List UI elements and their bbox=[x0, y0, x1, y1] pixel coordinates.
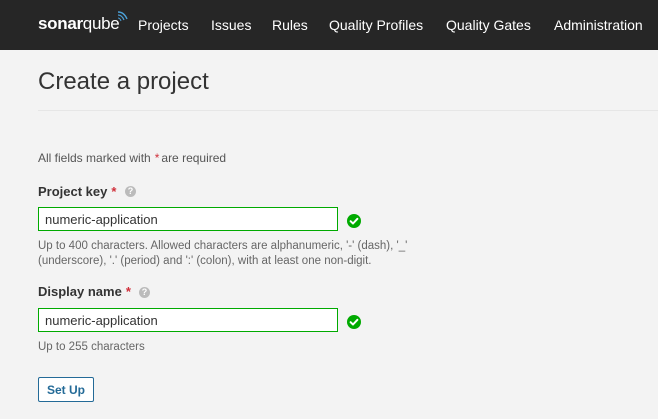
check-circle-icon bbox=[347, 214, 361, 228]
display-name-required-star: * bbox=[125, 284, 131, 299]
title-divider bbox=[38, 110, 658, 111]
sonar-waves-icon bbox=[117, 11, 128, 22]
project-key-hint-line: Up to 400 characters. Allowed characters… bbox=[38, 240, 408, 252]
required-star: * bbox=[154, 151, 160, 165]
required-note-text-after: are required bbox=[161, 151, 227, 165]
display-name-label-text: Display name bbox=[38, 284, 122, 299]
nav-administration[interactable]: Administration bbox=[554, 17, 643, 33]
nav-rules[interactable]: Rules bbox=[272, 17, 308, 33]
display-name-hint: Up to 255 characters bbox=[38, 341, 145, 353]
nav-projects[interactable]: Projects bbox=[138, 17, 189, 33]
project-key-label-text: Project key bbox=[38, 184, 108, 199]
page-title: Create a project bbox=[38, 68, 209, 95]
display-name-label: Display name * bbox=[38, 284, 131, 299]
top-navbar: sonar qube Projects Issues Rules Quality … bbox=[0, 0, 658, 50]
project-key-label: Project key * bbox=[38, 184, 116, 199]
nav-quality-profiles[interactable]: Quality Profiles bbox=[329, 17, 423, 33]
project-key-hint-line: (underscore), '.' (period) and ':' (colo… bbox=[38, 255, 372, 267]
logo-text-sonar: sonar bbox=[38, 14, 83, 33]
required-note-text-before: All fields marked with bbox=[38, 151, 151, 165]
project-key-input[interactable] bbox=[38, 207, 338, 231]
check-circle-icon bbox=[347, 315, 361, 329]
nav-quality-gates[interactable]: Quality Gates bbox=[446, 17, 531, 33]
help-icon[interactable]: ? bbox=[139, 287, 150, 298]
required-fields-note: All fields marked with * are required bbox=[38, 151, 226, 165]
sonarqube-logo[interactable]: sonar qube bbox=[38, 11, 128, 36]
project-key-required-star: * bbox=[111, 184, 117, 199]
project-key-hint: Up to 400 characters. Allowed characters… bbox=[38, 239, 407, 269]
set-up-button[interactable]: Set Up bbox=[38, 377, 94, 402]
display-name-input[interactable] bbox=[38, 308, 338, 332]
nav-issues[interactable]: Issues bbox=[211, 17, 251, 33]
logo-text-qube: qube bbox=[82, 14, 120, 33]
help-icon[interactable]: ? bbox=[125, 186, 136, 197]
